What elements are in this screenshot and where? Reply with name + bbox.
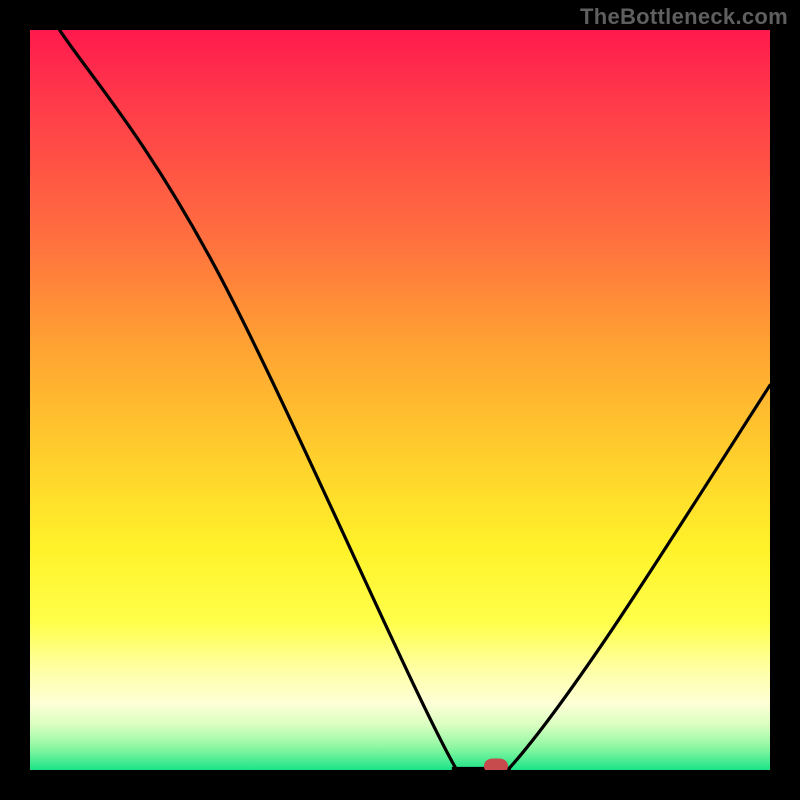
gradient-background [30,30,770,770]
watermark-text: TheBottleneck.com [580,4,788,30]
optimal-marker [484,759,508,771]
chart-frame: TheBottleneck.com [0,0,800,800]
plot-area [30,30,770,770]
